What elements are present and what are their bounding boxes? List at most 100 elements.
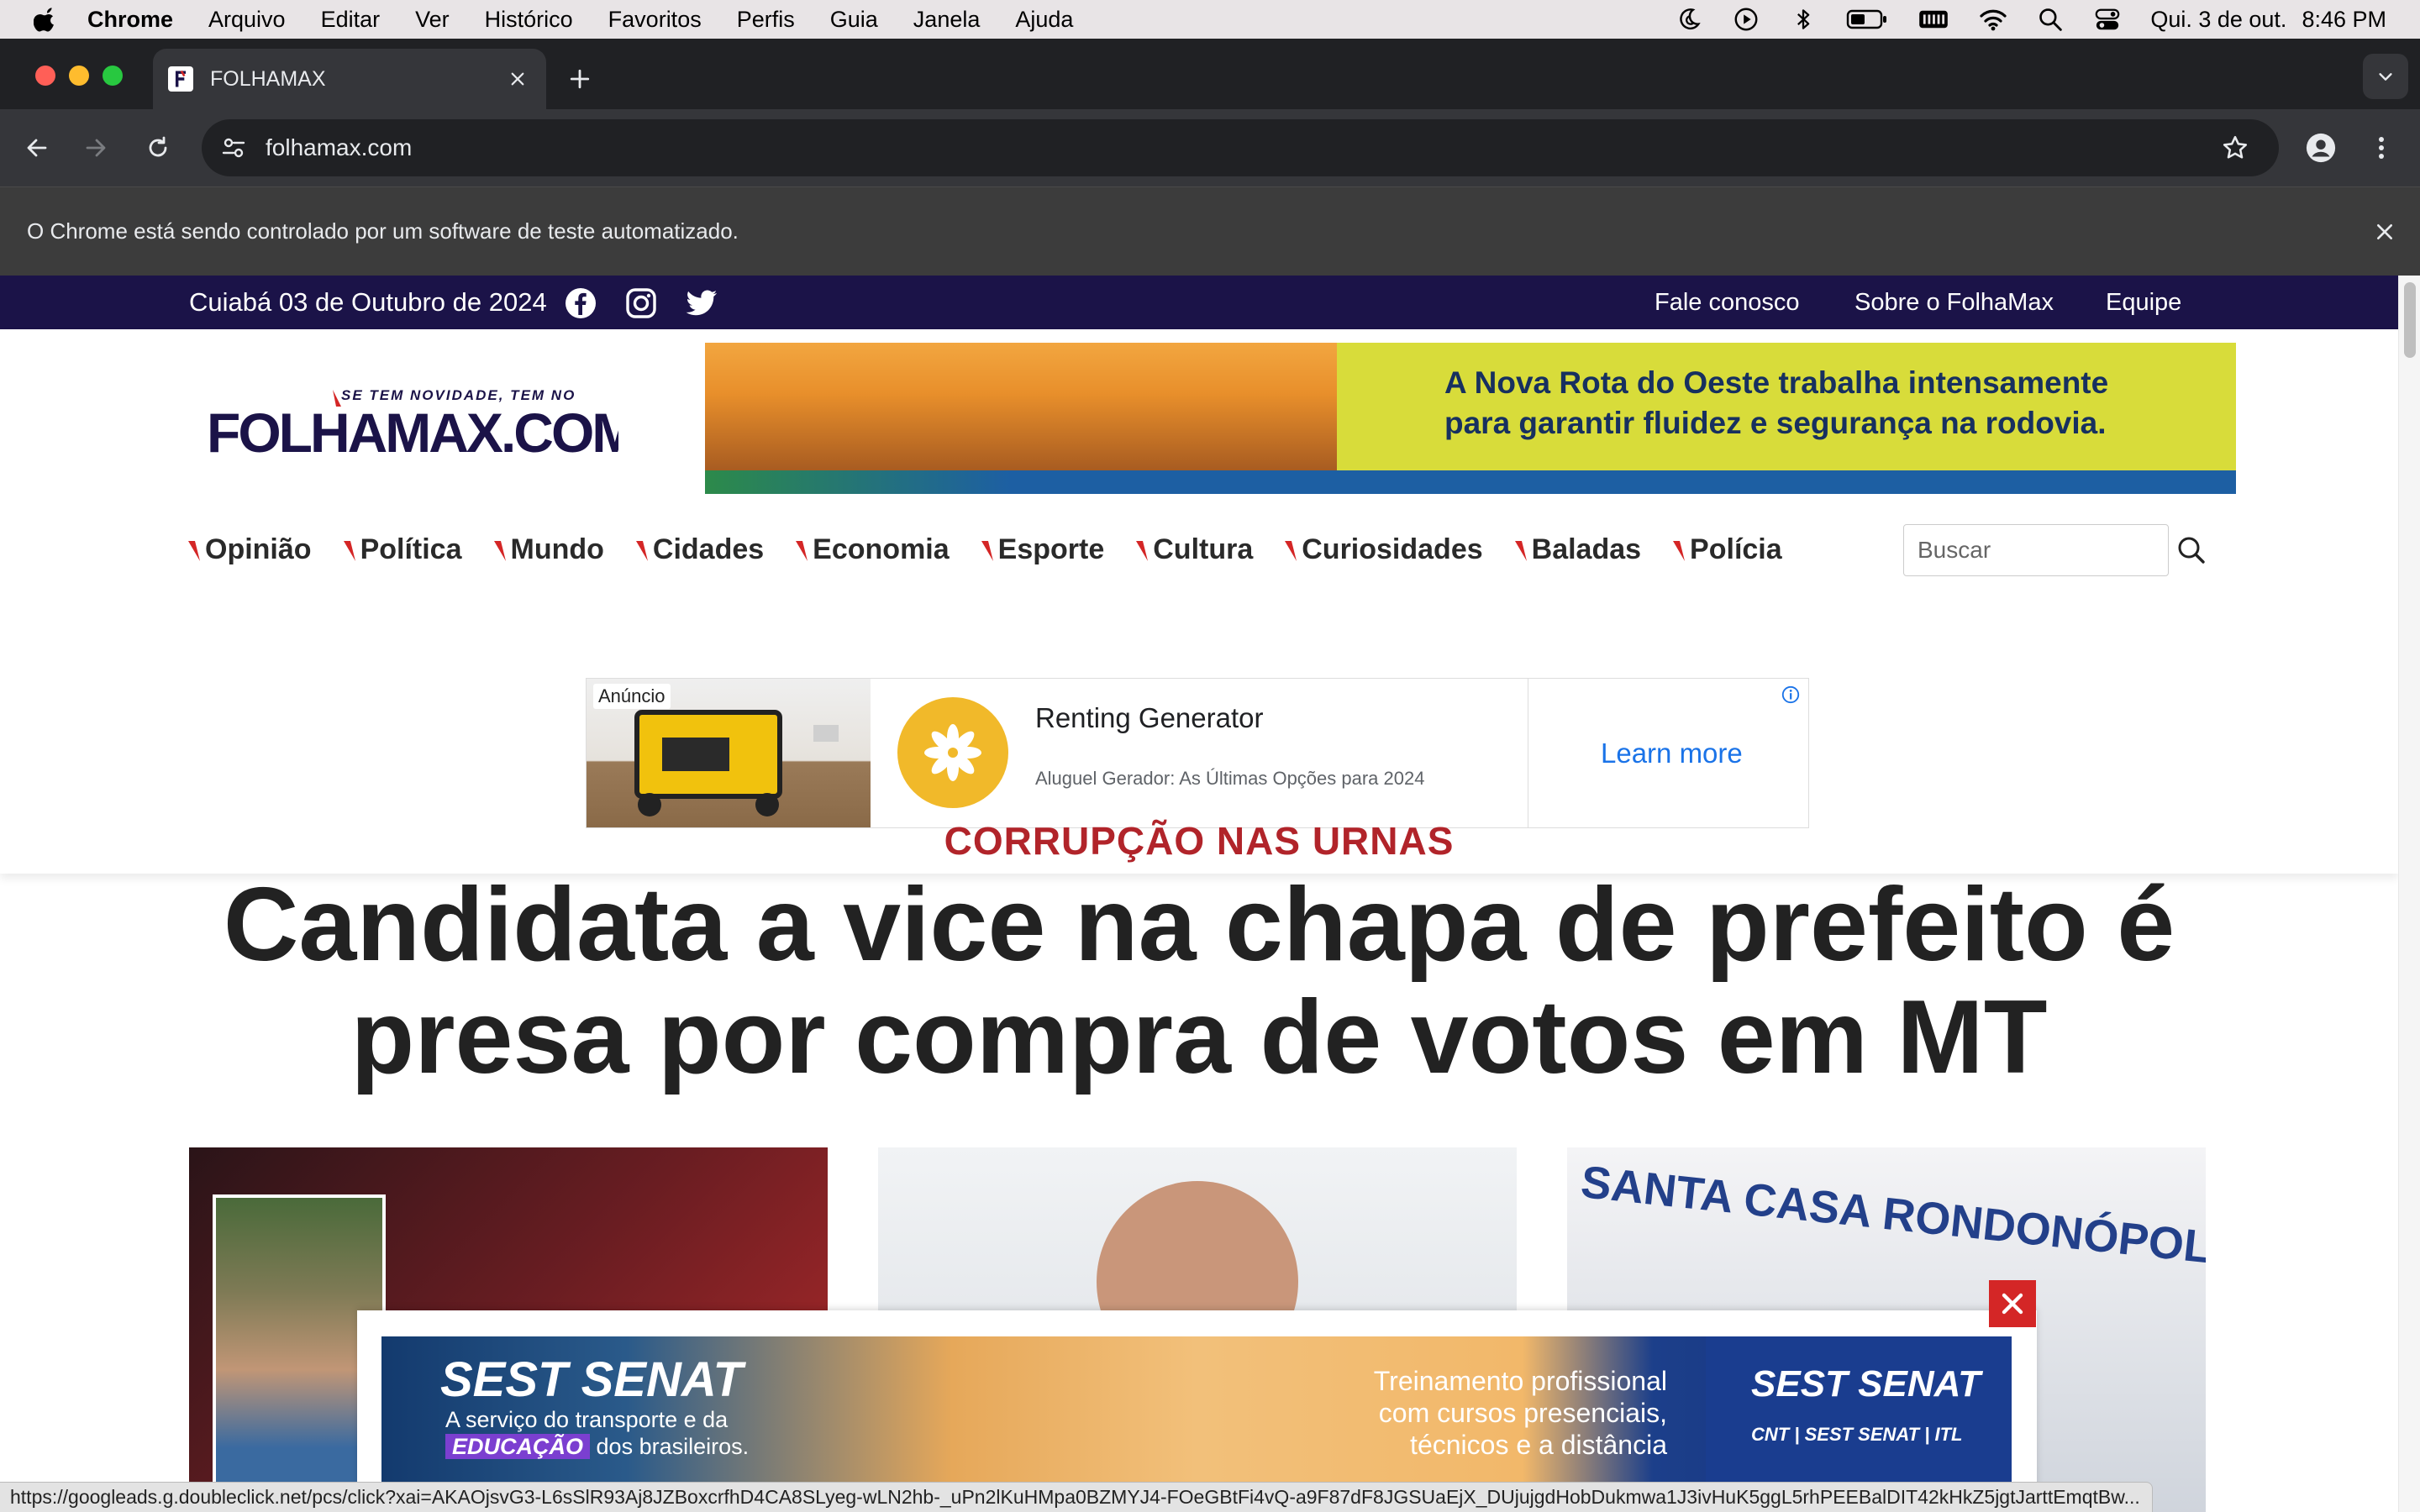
ad-info-icon[interactable] — [1780, 684, 1802, 706]
window-close-button[interactable] — [35, 66, 55, 86]
tab-search-chevron-icon[interactable] — [2363, 54, 2408, 99]
nav-tick-icon — [1673, 541, 1686, 561]
nav-label: Curiosidades — [1302, 533, 1483, 565]
nav-item-mundo[interactable]: Mundo — [493, 533, 604, 566]
menubar-item-editar[interactable]: Editar — [321, 7, 381, 33]
focus-moon-icon[interactable] — [1675, 5, 1703, 34]
infobar-message: O Chrome está sendo controlado por um so… — [27, 218, 739, 244]
address-bar[interactable]: folhamax.com — [202, 119, 2279, 176]
topbar-link-fale-conosco[interactable]: Fale conosco — [1655, 289, 1800, 317]
battery-icon[interactable] — [1846, 5, 1888, 34]
close-ad-icon[interactable] — [1989, 1280, 2036, 1327]
nav-item-cultura[interactable]: Cultura — [1136, 533, 1253, 566]
sest-senat-brand-right: SEST SENAT — [1751, 1363, 1981, 1404]
lead-kicker[interactable]: CORRUPÇÃO NAS URNAS — [0, 818, 2398, 864]
nav-label: Mundo — [510, 533, 604, 565]
header-ad-line2: para garantir fluidez e segurança na rod… — [1444, 406, 2107, 440]
flower-logo-icon — [897, 697, 1008, 808]
facebook-icon[interactable] — [565, 287, 597, 319]
window-minimize-button[interactable] — [69, 66, 89, 86]
menubar-item-janela[interactable]: Janela — [913, 7, 981, 33]
bookmark-star-icon[interactable] — [2217, 129, 2254, 166]
site-search-input[interactable] — [1903, 524, 2169, 576]
nav-item-cidades[interactable]: Cidades — [635, 533, 765, 566]
menubar-status-area: Qui. 3 de out. 8:46 PM — [1675, 0, 2386, 39]
chrome-menu-kebab-icon[interactable] — [2361, 128, 2402, 168]
profile-avatar-icon[interactable] — [2301, 128, 2341, 168]
instagram-icon[interactable] — [625, 287, 657, 319]
topbar-link-sobre[interactable]: Sobre o FolhaMax — [1854, 289, 2054, 317]
wifi-icon[interactable] — [1979, 5, 2007, 34]
infobar-close-icon[interactable] — [2368, 215, 2402, 249]
header-ad-stripe — [705, 470, 2236, 494]
nav-tick-icon — [188, 541, 200, 561]
nav-item-economia[interactable]: Economia — [796, 533, 950, 566]
menubar-item-perfis[interactable]: Perfis — [737, 7, 795, 33]
sest-tagline-2: EDUCAÇÃO dos brasileiros. — [445, 1434, 749, 1460]
folhamax-favicon-icon — [168, 66, 193, 92]
folhamax-logo[interactable]: SE TEM NOVIDADE, TEM NO FOLHAMAX.COM — [207, 383, 618, 464]
menubar-item-historico[interactable]: Histórico — [485, 7, 573, 33]
window-zoom-button[interactable] — [103, 66, 123, 86]
menubar-item-ver[interactable]: Ver — [415, 7, 450, 33]
tab-title: FOLHAMAX — [210, 66, 326, 91]
site-info-tune-icon[interactable] — [217, 131, 250, 165]
header-ad-banner[interactable]: A Nova Rota do Oeste trabalha intensamen… — [705, 343, 2236, 494]
nav-item-opiniao[interactable]: Opinião — [188, 533, 312, 566]
search-icon[interactable] — [2175, 533, 2208, 567]
scrollbar-thumb[interactable] — [2404, 282, 2416, 358]
nav-tick-icon — [343, 541, 355, 561]
tab-folhamax[interactable]: FOLHAMAX — [153, 49, 546, 109]
training-line-3: técnicos e a distância — [1410, 1430, 1667, 1460]
display-ad-unit[interactable]: Anúncio Renting Generator Aluguel Gerado… — [586, 678, 1809, 828]
roadwork-machine-image — [705, 343, 1337, 470]
page-scrollbar[interactable] — [2398, 276, 2420, 1512]
topbar-date: Cuiabá 03 de Outubro de 2024 — [189, 287, 547, 317]
chrome-toolbar: folhamax.com — [0, 109, 2420, 186]
topbar-link-equipe[interactable]: Equipe — [2106, 289, 2181, 317]
nav-label: Polícia — [1690, 533, 1782, 565]
forward-arrow-icon[interactable] — [76, 128, 116, 168]
spotlight-search-icon[interactable] — [2036, 5, 2065, 34]
nav-tick-icon — [1514, 541, 1527, 561]
sest-senat-banner[interactable]: SEST SENAT A serviço do transporte e da … — [381, 1336, 2012, 1504]
site-topbar: Cuiabá 03 de Outubro de 2024 Fale conosc… — [0, 276, 2398, 329]
nav-tick-icon — [981, 541, 993, 561]
sest-tagline-1: A serviço do transporte e da — [445, 1407, 729, 1432]
bluetooth-icon[interactable] — [1789, 5, 1818, 34]
chrome-tab-strip: FOLHAMAX — [0, 39, 2420, 109]
header-ad-text: A Nova Rota do Oeste trabalha intensamen… — [1444, 363, 2201, 444]
lead-headline[interactable]: Candidata a vice na chapa de prefeito é … — [126, 869, 2272, 1094]
nav-item-curiosidades[interactable]: Curiosidades — [1285, 533, 1483, 566]
nav-tick-icon — [1285, 541, 1297, 561]
nav-item-baladas[interactable]: Baladas — [1514, 533, 1641, 566]
back-arrow-icon[interactable] — [17, 128, 57, 168]
ad-title[interactable]: Renting Generator — [1035, 702, 1264, 734]
address-url[interactable]: folhamax.com — [266, 134, 2217, 161]
play-circle-icon[interactable] — [1732, 5, 1760, 34]
menubar-item-favoritos[interactable]: Favoritos — [608, 7, 702, 33]
ad-learn-more-button[interactable]: Learn more — [1601, 738, 1743, 769]
menubar-clock[interactable]: Qui. 3 de out. 8:46 PM — [2150, 7, 2386, 33]
menubar-item-ajuda[interactable]: Ajuda — [1015, 7, 1073, 33]
nav-label: Cidades — [652, 533, 765, 565]
automation-infobar: O Chrome está sendo controlado por um so… — [0, 186, 2420, 276]
menubar-item-arquivo[interactable]: Arquivo — [208, 7, 286, 33]
keyboard-icon[interactable] — [1917, 5, 1950, 34]
nav-label: Cultura — [1153, 533, 1254, 565]
sest-sub-brand: CNT | SEST SENAT | ITL — [1751, 1424, 1963, 1445]
new-tab-plus-icon[interactable] — [561, 60, 598, 97]
macos-menubar: Chrome Arquivo Editar Ver Histórico Favo… — [0, 0, 2420, 39]
apple-logo-icon[interactable] — [34, 6, 57, 33]
nav-item-esporte[interactable]: Esporte — [981, 533, 1104, 566]
nav-item-politica[interactable]: Política — [343, 533, 462, 566]
twitter-icon[interactable] — [686, 287, 718, 319]
main-nav: Opinião Política Mundo Cidades Economia … — [188, 524, 1814, 575]
sest-right-panel: SEST SENAT CNT | SEST SENAT | ITL — [1706, 1336, 2012, 1504]
reload-icon[interactable] — [138, 128, 178, 168]
menubar-app-name[interactable]: Chrome — [87, 7, 173, 33]
tab-close-icon[interactable] — [501, 62, 534, 96]
menubar-item-guia[interactable]: Guia — [830, 7, 878, 33]
nav-item-policia[interactable]: Polícia — [1673, 533, 1782, 566]
control-center-icon[interactable] — [2093, 5, 2122, 34]
